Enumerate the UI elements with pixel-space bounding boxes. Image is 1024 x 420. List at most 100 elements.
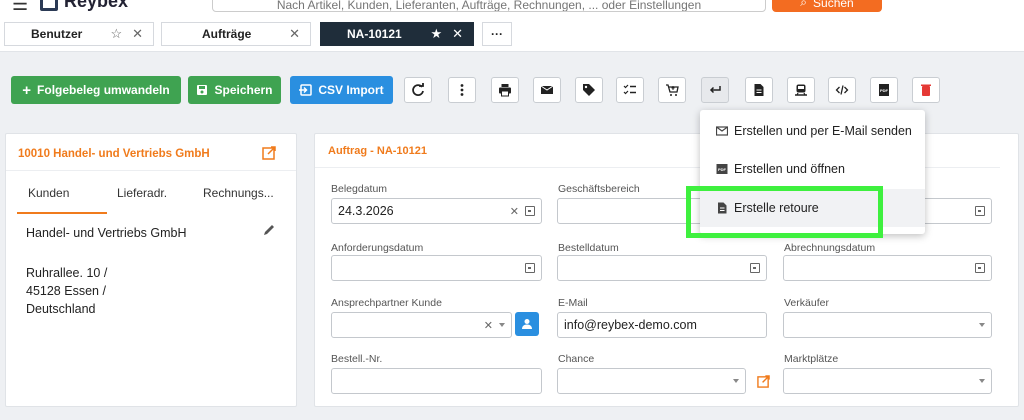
svg-text:PDF: PDF <box>718 167 727 172</box>
anforderungsdatum-field[interactable] <box>331 255 542 281</box>
checklist-button[interactable] <box>616 77 644 103</box>
email-field[interactable]: info@reybex-demo.com <box>557 312 767 338</box>
clear-icon[interactable]: ✕ <box>510 205 519 218</box>
tag-button[interactable] <box>575 77 603 103</box>
close-icon[interactable]: ✕ <box>132 26 143 42</box>
clear-icon[interactable]: ✕ <box>484 319 493 332</box>
chance-select[interactable] <box>557 368 746 394</box>
active-tab-indicator <box>17 212 107 214</box>
pencil-icon[interactable] <box>262 223 276 237</box>
external-link-icon[interactable] <box>757 375 770 388</box>
abrechnungsdatum-label: Abrechnungsdatum <box>784 242 876 254</box>
app-logo[interactable]: Reybex <box>40 0 128 12</box>
save-icon <box>197 85 208 95</box>
search-icon: ⌕ <box>800 0 808 9</box>
delete-icon <box>921 84 931 96</box>
code-button[interactable] <box>828 77 856 103</box>
convert-document-button[interactable]: + Folgebeleg umwandeln <box>11 76 181 104</box>
document-icon <box>754 84 764 96</box>
menu-item-create-and-email[interactable]: Erstellen und per E-Mail senden <box>700 112 925 150</box>
ansprechpartner-label: Ansprechpartner Kunde <box>331 297 442 309</box>
close-icon[interactable]: ✕ <box>289 26 300 42</box>
mail-icon <box>716 126 728 136</box>
star-filled-icon[interactable]: ★ <box>430 26 442 42</box>
print-button[interactable] <box>491 77 519 103</box>
chevron-down-icon[interactable] <box>979 323 985 327</box>
address-line: Deutschland <box>26 302 96 316</box>
chevron-down-icon[interactable] <box>733 379 739 383</box>
tab-label: Aufträge <box>202 27 252 41</box>
customer-name: Handel- und Vertriebs GmbH <box>26 226 187 240</box>
return-icon <box>709 86 721 94</box>
address-line: Ruhrallee. 10 / <box>26 266 108 280</box>
refresh-icon <box>412 83 424 96</box>
marktplaetze-label: Marktplätze <box>784 353 839 365</box>
address-line: 45128 Essen / <box>26 284 106 298</box>
cart-button[interactable] <box>658 77 686 103</box>
bestellnr-field[interactable] <box>331 368 542 394</box>
contact-person-button[interactable] <box>515 312 539 336</box>
bestellnr-label: Bestell.-Nr. <box>331 353 383 365</box>
close-icon[interactable]: ✕ <box>452 26 463 42</box>
logo-mark-icon <box>40 0 58 11</box>
star-icon[interactable]: ☆ <box>110 26 122 42</box>
tab-kunden[interactable]: Kunden <box>28 186 69 200</box>
more-vert-icon <box>460 84 464 96</box>
search-button[interactable]: ⌕ Suchen <box>772 0 882 12</box>
cart-icon <box>666 84 679 96</box>
document-tabs: Benutzer ☆ ✕ Aufträge ✕ NA-10121 ★ ✕ ··· <box>0 16 1024 52</box>
user-icon <box>522 319 532 329</box>
tag-icon <box>583 84 595 96</box>
marktplaetze-select[interactable] <box>783 368 992 394</box>
verkaeufer-select[interactable] <box>783 312 992 338</box>
geschaeftsbereich-label: Geschäftsbereich <box>558 183 640 195</box>
search-input[interactable] <box>213 0 765 11</box>
document-button[interactable] <box>745 77 773 103</box>
chevron-down-icon[interactable] <box>499 323 505 327</box>
ansprechpartner-select[interactable]: ✕ <box>331 312 512 338</box>
more-options-button[interactable] <box>448 77 476 103</box>
chevron-down-icon[interactable] <box>979 379 985 383</box>
divider <box>6 170 296 171</box>
tab-benutzer[interactable]: Benutzer ☆ ✕ <box>4 22 154 46</box>
customer-card-title: 10010 Handel- und Vertriebs GmbH <box>18 148 210 160</box>
verkaeufer-label: Verkäufer <box>784 297 829 309</box>
belegdatum-field[interactable]: 24.3.2026 ✕ <box>331 198 542 224</box>
transport-button[interactable] <box>787 77 815 103</box>
return-button[interactable] <box>701 77 729 103</box>
refresh-button[interactable] <box>404 77 432 103</box>
global-search[interactable] <box>212 0 766 12</box>
calendar-icon[interactable] <box>525 263 535 273</box>
tab-auftraege[interactable]: Aufträge ✕ <box>161 22 311 46</box>
tab-rechnungsadresse[interactable]: Rechnungs... <box>203 186 274 200</box>
chance-label: Chance <box>558 353 595 365</box>
calendar-icon[interactable] <box>975 206 985 216</box>
csv-label: CSV Import <box>318 83 384 97</box>
external-link-icon[interactable] <box>262 146 276 160</box>
code-icon <box>835 85 849 95</box>
menu-item-create-and-open[interactable]: PDF Erstellen und öffnen <box>700 150 925 188</box>
tab-na-10121[interactable]: NA-10121 ★ ✕ <box>320 22 474 46</box>
tab-lieferadresse[interactable]: Lieferadr. <box>117 186 167 200</box>
abrechnungsdatum-field[interactable] <box>783 255 992 281</box>
hamburger-menu-icon[interactable]: ☰ <box>12 0 28 15</box>
save-button[interactable]: Speichern <box>188 76 281 104</box>
calendar-icon[interactable] <box>750 263 760 273</box>
tab-label: Benutzer <box>31 27 83 41</box>
csv-import-button[interactable]: CSV Import <box>290 76 393 104</box>
pdf-button[interactable]: PDF <box>870 77 898 103</box>
calendar-icon[interactable] <box>975 263 985 273</box>
menu-item-label: Erstellen und öffnen <box>734 162 845 176</box>
save-label: Speichern <box>214 83 273 97</box>
delete-button[interactable] <box>912 77 940 103</box>
svg-text:PDF: PDF <box>880 88 889 93</box>
more-tabs-button[interactable]: ··· <box>482 22 512 46</box>
menu-item-label: Erstellen und per E-Mail senden <box>734 124 912 138</box>
email-value: info@reybex-demo.com <box>564 318 697 332</box>
search-button-label: Suchen <box>813 0 854 10</box>
calendar-icon[interactable] <box>525 206 535 216</box>
email-button[interactable] <box>533 77 561 103</box>
belegdatum-label: Belegdatum <box>331 183 388 195</box>
plus-icon: + <box>22 81 32 99</box>
bestelldatum-field[interactable] <box>557 255 767 281</box>
